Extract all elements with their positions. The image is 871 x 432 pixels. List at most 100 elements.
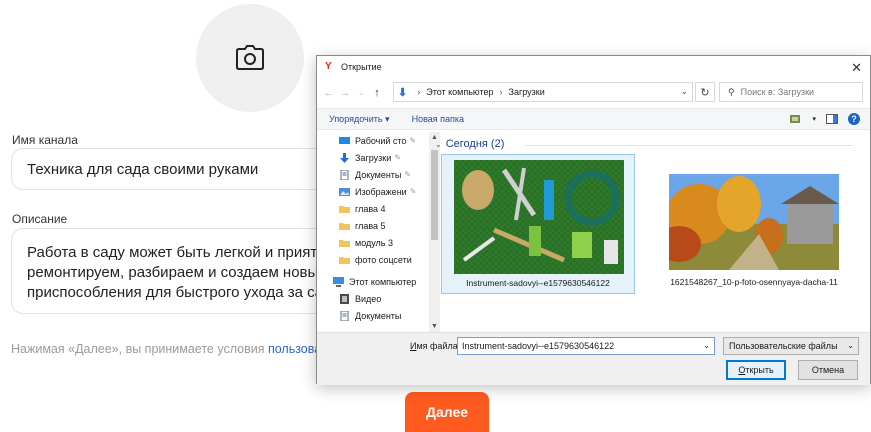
search-icon: ⚲ [728, 86, 735, 97]
sidebar-item-label: Загрузки [355, 152, 392, 163]
description-line-2: ремонтируем, разбираем и создаем новые [27, 264, 327, 281]
chevron-down-icon[interactable]: ⌄ [703, 341, 710, 350]
chevron-down-icon[interactable]: ▾ [812, 115, 816, 123]
description-textarea[interactable]: Работа в саду может быть легкой и приятн… [11, 228, 331, 314]
channel-name-input[interactable]: Техника для сада своими руками [11, 148, 331, 190]
sidebar-item-this-pc[interactable]: Этот компьютер [333, 273, 429, 290]
navigation-pane: Рабочий сто ✎ Загрузки ✎ Документы ✎ Изобра… [333, 132, 429, 332]
sidebar-item-documents[interactable]: Документы ✎ [333, 166, 429, 183]
search-placeholder: Поиск в: Загрузки [740, 87, 815, 97]
sidebar-item-video[interactable]: Видео [333, 290, 429, 307]
refresh-icon[interactable]: ↻ [695, 82, 715, 102]
description-line-1: Работа в саду может быть легкой и приятн… [27, 244, 331, 261]
chevron-down-icon[interactable]: ⌄ [680, 86, 688, 97]
pin-icon: ✎ [409, 187, 417, 196]
document-icon [340, 310, 349, 321]
camera-icon [236, 45, 264, 70]
chevron-down-icon: ⌄ [847, 341, 854, 350]
sidebar-item-label: фото соцсети [355, 254, 412, 265]
description-label: Описание [12, 212, 68, 226]
desktop-icon [339, 136, 350, 144]
back-arrow-icon[interactable]: ← [321, 87, 337, 99]
filename-label: Имя файла: [410, 341, 460, 351]
channel-name-value: Техника для сада своими руками [27, 161, 259, 178]
sidebar-item-label: Видео [355, 293, 382, 304]
file-item-caption: Instrument-sadovyi--e1579630546122 [466, 278, 610, 288]
sidebar-item-folder-chapter5[interactable]: глава 5 [333, 217, 429, 234]
group-header-today[interactable]: ⌄ Сегодня (2) [435, 138, 504, 150]
sidebar-item-pc-documents[interactable]: Документы [333, 307, 429, 324]
file-item-autumn-dacha[interactable]: 1621548267_10-p-foto-osennyaya-dacha-11 [657, 154, 851, 294]
search-input[interactable]: ⚲ Поиск в: Загрузки [719, 82, 863, 102]
sidebar-item-label: Этот компьютер [349, 276, 417, 287]
cancel-button[interactable]: Отмена [798, 360, 858, 380]
breadcrumb-computer[interactable]: Этот компьютер [426, 87, 493, 97]
sidebar-item-desktop[interactable]: Рабочий сто ✎ [333, 132, 429, 149]
sidebar-item-folder-social-photos[interactable]: фото соцсети [333, 251, 429, 268]
avatar-upload[interactable] [196, 4, 304, 112]
sidebar-item-folder-module3[interactable]: модуль 3 [333, 234, 429, 251]
folder-icon [339, 222, 350, 230]
pictures-icon [339, 187, 350, 196]
sidebar-item-label: Документы [355, 169, 402, 180]
recent-dropdown-icon[interactable]: ⌄ [353, 89, 369, 97]
sidebar-item-downloads[interactable]: Загрузки ✎ [333, 149, 429, 166]
video-icon [340, 293, 349, 304]
forward-arrow-icon[interactable]: → [337, 87, 353, 99]
sidebar-item-label: глава 5 [355, 220, 386, 231]
next-button[interactable]: Далее [405, 392, 489, 432]
dialog-footer: Имя файла: Instrument-sadovyi--e15796305… [317, 332, 870, 385]
filename-value: Instrument-sadovyi--e1579630546122 [462, 341, 615, 351]
close-icon[interactable]: ✕ [851, 60, 862, 76]
yandex-browser-icon: Y [325, 61, 332, 72]
open-button-accesskey: О [738, 365, 746, 375]
scroll-down-icon[interactable]: ▼ [431, 323, 438, 330]
file-item-garden-tools[interactable]: Instrument-sadovyi--e1579630546122 [441, 154, 635, 294]
filetype-select[interactable]: Пользовательские файлы ⌄ [723, 337, 859, 355]
pin-icon: ✎ [409, 136, 417, 145]
file-item-caption: 1621548267_10-p-foto-osennyaya-dacha-11 [670, 277, 838, 287]
folder-icon [339, 205, 350, 213]
computer-icon [333, 276, 344, 287]
sidebar-item-label: Изображени [355, 186, 407, 197]
new-folder-button[interactable]: Новая папка [412, 114, 464, 124]
organize-button[interactable]: Упорядочить ▾ [329, 114, 390, 125]
command-bar: Упорядочить ▾ Новая папка ▾ ? [317, 108, 870, 130]
scrollbar-thumb[interactable] [431, 150, 438, 240]
breadcrumb-separator-icon: › [417, 87, 421, 97]
sidebar-item-folder-chapter4[interactable]: глава 4 [333, 200, 429, 217]
address-bar[interactable]: ⬇ › Этот компьютер › Загрузки ⌄ [393, 82, 693, 102]
description-line-3: приспособления для быстрого ухода за сад [27, 284, 331, 301]
dialog-titlebar: Y Открытие ✕ [317, 56, 870, 78]
help-icon[interactable]: ? [848, 113, 860, 125]
channel-name-label: Имя канала [12, 133, 78, 147]
filetype-value: Пользовательские файлы [729, 341, 838, 351]
open-button[interactable]: Открыть [726, 360, 786, 380]
terms-link[interactable]: пользова [268, 342, 316, 356]
sidebar-item-pictures[interactable]: Изображени ✎ [333, 183, 429, 200]
garden-tools-thumbnail [454, 160, 624, 274]
terms-notice: Нажимая «Далее», вы принимаете условия п… [11, 342, 316, 356]
open-button-label: ткрыть [745, 365, 774, 375]
navigation-scrollbar[interactable]: ▲ ▼ [429, 132, 440, 332]
download-folder-icon: ⬇ [398, 86, 408, 99]
breadcrumb-downloads[interactable]: Загрузки [509, 87, 545, 97]
chevron-down-icon: ⌄ [435, 139, 442, 149]
filename-input[interactable]: Instrument-sadovyi--e1579630546122 ⌄ [457, 337, 715, 355]
breadcrumb-separator-icon: › [499, 87, 503, 97]
document-icon [340, 169, 349, 180]
sidebar-item-label: глава 4 [355, 203, 386, 214]
pin-icon: ✎ [394, 153, 401, 162]
group-header-label: Сегодня (2) [445, 138, 505, 150]
navigation-bar: ← → ⌄ ↑ ⬇ › Этот компьютер › Загрузки ⌄ … [317, 80, 870, 106]
sidebar-item-label: модуль 3 [355, 237, 393, 248]
sidebar-item-label: Документы [355, 310, 402, 321]
view-options-icon[interactable] [790, 114, 802, 124]
terms-text: Нажимая «Далее», вы принимаете условия [11, 342, 268, 356]
pin-icon: ✎ [404, 170, 412, 179]
group-divider [525, 145, 853, 146]
preview-pane-icon[interactable] [826, 114, 838, 124]
filename-label-text: мя файла: [416, 341, 461, 351]
dialog-title: Открытие [341, 62, 382, 72]
up-arrow-icon[interactable]: ↑ [369, 87, 385, 99]
